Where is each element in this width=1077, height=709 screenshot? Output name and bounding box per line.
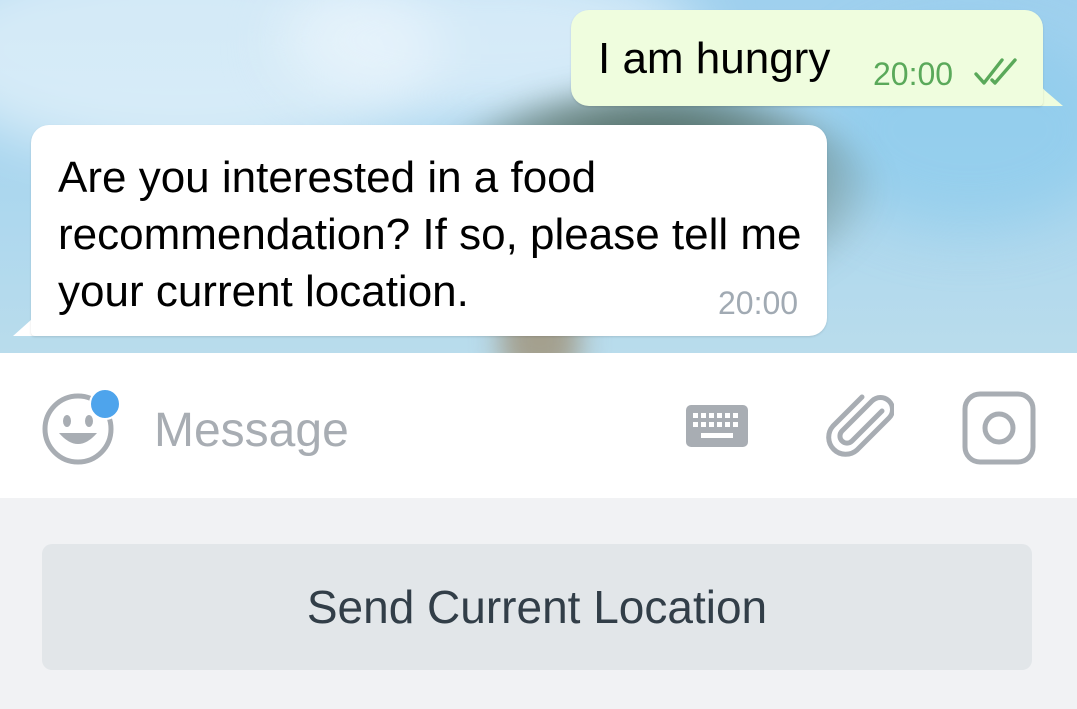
message-input-bar [0, 353, 1077, 498]
incoming-message-bubble[interactable]: Are you interested in a food recommendat… [31, 125, 827, 336]
message-time: 20:00 [718, 285, 799, 321]
paperclip-icon[interactable] [826, 391, 894, 463]
send-current-location-button[interactable]: Send Current Location [42, 544, 1032, 670]
outgoing-message-bubble[interactable]: I am hungry 20:00 [571, 10, 1043, 106]
emoji-notification-dot [89, 388, 121, 420]
reply-keyboard: Send Current Location [0, 498, 1077, 709]
message-list[interactable]: I am hungry 20:00 Are you interested in … [0, 0, 1077, 353]
message-text: I am hungry [598, 34, 831, 83]
double-check-icon [974, 58, 1017, 85]
message-time: 20:00 [873, 56, 954, 92]
message-text: Are you interested in a food recommendat… [58, 153, 802, 316]
chat-screen: I am hungry 20:00 Are you interested in … [0, 0, 1077, 709]
message-input[interactable] [154, 397, 634, 463]
camera-icon[interactable] [962, 391, 1036, 465]
keyboard-icon[interactable] [686, 405, 748, 451]
